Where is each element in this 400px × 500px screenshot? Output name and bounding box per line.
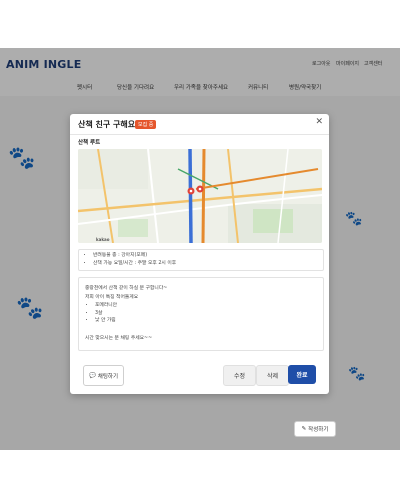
info-item: 반려동물 종 : 강아지(포메) <box>93 252 323 260</box>
write-post-button[interactable]: ✎ 작성하기 <box>294 421 336 437</box>
trait-item: 3살 <box>95 310 117 318</box>
modal-title: 산책 친구 구해요~ <box>78 120 142 129</box>
description-intro: 중랑천에서 산책 같이 하실 분 구합니다~ <box>85 286 168 291</box>
post-description: 중랑천에서 산책 같이 하실 분 구합니다~ 저희 아이 특징 적어둘게요 포메… <box>78 277 324 351</box>
trait-item: 포메라니안 <box>95 302 117 310</box>
close-icon[interactable]: ✕ <box>315 117 323 127</box>
modal-divider <box>70 134 329 135</box>
chat-button[interactable]: 💬 채팅하기 <box>83 365 124 386</box>
pencil-icon: ✎ <box>301 426 307 432</box>
delete-button[interactable]: 삭제 <box>256 365 289 386</box>
map-brand-label: kakao <box>96 237 110 242</box>
post-detail-modal: 산책 친구 구해요~ 모집 중 ✕ 산책 루트 kakao • 반려동물 종:… <box>70 114 329 394</box>
top-whitespace <box>0 0 400 50</box>
done-button[interactable]: 완료 <box>288 365 316 384</box>
status-badge: 모집 중 <box>135 120 157 129</box>
edit-button[interactable]: 수정 <box>223 365 256 386</box>
info-item: 산책 가능 요일/시간 : 주말 오후 2시 이후 <box>93 260 323 268</box>
chat-icon: 💬 <box>88 372 96 379</box>
route-section-label: 산책 루트 <box>78 140 101 146</box>
write-button-label: 작성하기 <box>308 427 329 433</box>
description-sub: 저희 아이 특징 적어둘게요 <box>85 295 139 300</box>
footer-whitespace <box>0 450 400 500</box>
pet-info-box: 반려동물 종 : 강아지(포메) 산책 가능 요일/시간 : 주말 오후 2시 … <box>78 249 324 271</box>
route-map[interactable]: kakao <box>78 149 322 243</box>
description-outro: 시간 맞으시는 분 채팅 주세요~~ <box>85 336 153 341</box>
chat-button-label: 채팅하기 <box>97 373 119 380</box>
trait-item: 낯 안 가림 <box>95 317 117 325</box>
map-canvas: kakao <box>78 149 322 243</box>
